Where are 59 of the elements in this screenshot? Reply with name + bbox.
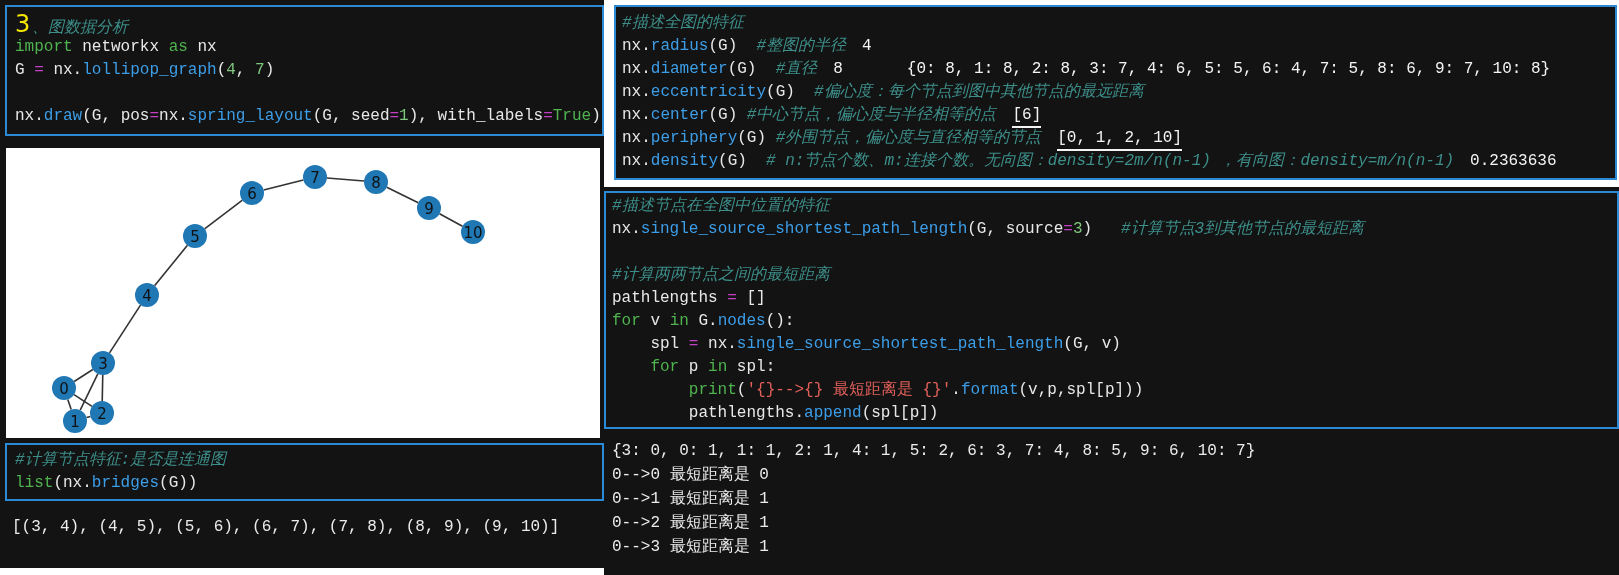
graph-node: 1 [63, 409, 87, 433]
code-line: nx.radius(G) #整图的半径 [622, 36, 847, 57]
graph-edge [153, 244, 189, 287]
code-line: list(nx.bridges(G)) [15, 473, 198, 494]
code-cell[interactable] [614, 5, 1617, 180]
graph-node: 6 [240, 181, 264, 205]
graph-edge [262, 179, 305, 191]
code-line: G = nx.lollipop_graph(4, 7) [15, 60, 275, 81]
output-value: [0, 1, 2, 10] [1057, 128, 1183, 151]
code-line: for p in spl: [649, 357, 776, 378]
code-line: nx.density(G) # n:节点个数、m:连接个数。无向图：density=2m/n(n-1) ，有向图：density=m/n(n-1) [622, 150, 1455, 172]
code-line: 、图数据分析 [32, 18, 129, 39]
graph-node: 9 [417, 196, 441, 220]
code-cell[interactable]: #计算节点特征:是否是连通图 list(nx.bridges(G)) [5, 443, 604, 501]
graph-node: 2 [90, 401, 114, 425]
code-line: #描述全图的特征 [622, 13, 744, 34]
graph-edge [438, 212, 464, 228]
code-line: for v in G.nodes(): [612, 311, 795, 332]
code-line: nx.center(G) #中心节点，偏心度与半径相等的点 [622, 104, 997, 126]
output-text: 0-->3 最短距离是 1 [612, 537, 770, 558]
graph-edge [85, 415, 92, 419]
code-line: #计算两两节点之间的最短距离 [612, 264, 830, 286]
code-line: nx.draw(G, pos=nx.spring_layout(G, seed=1), with_labels=True) [15, 106, 601, 127]
graph-edge [108, 304, 142, 354]
output-value: 8 [833, 59, 843, 80]
code-line: pathlengths.append(spl[p]) [687, 403, 939, 424]
code-line: nx.single_source_shortest_path_length(G, source=3) #计算节点3到其他节点的最短距离 [612, 218, 1365, 240]
output-text: {3: 0, 0: 1, 1: 1, 2: 1, 4: 1, 5: 2, 6: 3, 7: 4, 8: 5, 9: 6, 10: 7} [612, 441, 1257, 462]
output-text: 0-->2 最短距离是 1 [612, 513, 770, 534]
graph-node: 4 [135, 283, 159, 307]
code-line: pathlengths = [] [612, 288, 766, 309]
code-line: nx.periphery(G) #外围节点，偏心度与直径相等的节点 [622, 127, 1042, 149]
code-cell[interactable] [604, 191, 1619, 429]
code-line: import networkx as nx [15, 37, 217, 58]
output-text: 0-->0 最短距离是 0 [612, 465, 770, 486]
code-line: nx.diameter(G) #直径 [622, 59, 818, 80]
output-value: 0.2363636 [1470, 151, 1557, 172]
graph-edge [203, 199, 244, 230]
graph-node: 0 [52, 376, 76, 400]
code-line: #计算节点特征:是否是连通图 [15, 449, 227, 471]
code-cell[interactable]: 3、图数据分析 import networkx as nx G = nx.lollipop_graph(4, 7) nx.draw(G, pos=nx.spring_layout(G, seed=1), with_labels=True) [5, 5, 604, 136]
annotation-number: 3 [15, 13, 31, 36]
graph-edge [326, 177, 365, 182]
graph-node: 7 [303, 165, 327, 189]
code-line: print('{}-->{} 最短距离是 {}'.format(v,p,spl[p])) [687, 380, 1144, 401]
graph-node: 10 [461, 220, 485, 244]
code-line: nx.eccentricity(G) #偏心度：每个节点到图中其他节点的最远距离 [622, 81, 1144, 103]
graph-edge [101, 374, 104, 402]
graph-node: 3 [91, 351, 115, 375]
output-value: 4 [862, 36, 872, 57]
code-line: #描述节点在全图中位置的特征 [612, 195, 830, 217]
output-text: [(3, 4), (4, 5), (5, 6), (6, 7), (7, 8), (8, 9), (9, 10)] [12, 517, 561, 538]
output-text: 0-->1 最短距离是 1 [612, 489, 770, 510]
output-value: [6] [1012, 105, 1042, 128]
graph-edge [385, 186, 420, 204]
graph-node: 8 [364, 170, 388, 194]
output-value: {0: 8, 1: 8, 2: 8, 3: 7, 4: 6, 5: 5, 6: 4, 7: 5, 8: 6, 9: 7, 10: 8} [906, 59, 1551, 80]
graph-node: 5 [183, 224, 207, 248]
code-line: spl = nx.single_source_shortest_path_length(G, v) [649, 334, 1121, 355]
